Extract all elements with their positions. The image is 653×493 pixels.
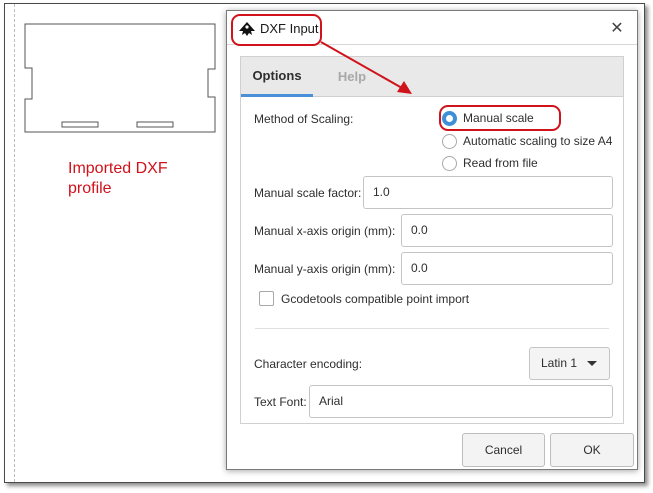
- encoding-label: Character encoding:: [254, 357, 363, 371]
- screenshot-frame: Imported DXF profile DXF Input ✕ Options…: [4, 3, 645, 483]
- close-icon: ✕: [610, 18, 624, 37]
- cancel-button[interactable]: Cancel: [462, 433, 545, 467]
- scale-factor-input[interactable]: 1.0: [363, 176, 613, 209]
- title-highlight-callout: [231, 14, 322, 46]
- tab-help[interactable]: Help: [321, 57, 383, 97]
- radio-indicator: [442, 155, 457, 171]
- ok-button[interactable]: OK: [550, 433, 634, 467]
- tab-options[interactable]: Options: [241, 57, 313, 97]
- gcodetools-label: Gcodetools compatible point import: [281, 291, 470, 306]
- y-origin-input[interactable]: 0.0: [401, 252, 613, 285]
- x-origin-input[interactable]: 0.0: [401, 214, 613, 247]
- x-origin-label: Manual x-axis origin (mm):: [254, 224, 396, 238]
- radio-automatic-scaling[interactable]: Automatic scaling to size A4: [442, 132, 612, 150]
- dxf-input-dialog: DXF Input ✕ Options Help Method of Scali…: [226, 10, 638, 470]
- radio-indicator: [442, 133, 457, 149]
- scale-factor-label: Manual scale factor:: [254, 186, 362, 200]
- radio-read-from-file-label: Read from file: [463, 156, 538, 170]
- radio-read-from-file[interactable]: Read from file: [442, 154, 538, 172]
- text-font-label: Text Font:: [254, 395, 307, 409]
- separator: [255, 328, 609, 329]
- radio-automatic-scaling-label: Automatic scaling to size A4: [463, 134, 613, 148]
- dialog-titlebar[interactable]: DXF Input ✕: [227, 11, 637, 46]
- canvas-page-edge: [5, 4, 15, 482]
- imported-dxf-annotation: Imported DXF profile: [68, 160, 168, 197]
- manual-scale-highlight-callout: [439, 105, 561, 131]
- encoding-value: Latin 1: [541, 356, 578, 370]
- scaling-method-label: Method of Scaling:: [254, 112, 354, 126]
- y-origin-label: Manual y-axis origin (mm):: [254, 262, 396, 276]
- text-font-input[interactable]: Arial: [309, 385, 613, 418]
- encoding-dropdown[interactable]: Latin 1: [529, 347, 610, 380]
- options-notebook: Options Help Method of Scaling: Manual s…: [240, 56, 624, 424]
- tab-bar: Options Help: [241, 57, 623, 97]
- gcodetools-checkbox[interactable]: Gcodetools compatible point import: [259, 291, 469, 306]
- chevron-down-icon: [587, 361, 597, 366]
- checkbox-indicator: [259, 291, 274, 306]
- close-button[interactable]: ✕: [609, 20, 625, 36]
- dxf-profile-drawing: [24, 23, 216, 133]
